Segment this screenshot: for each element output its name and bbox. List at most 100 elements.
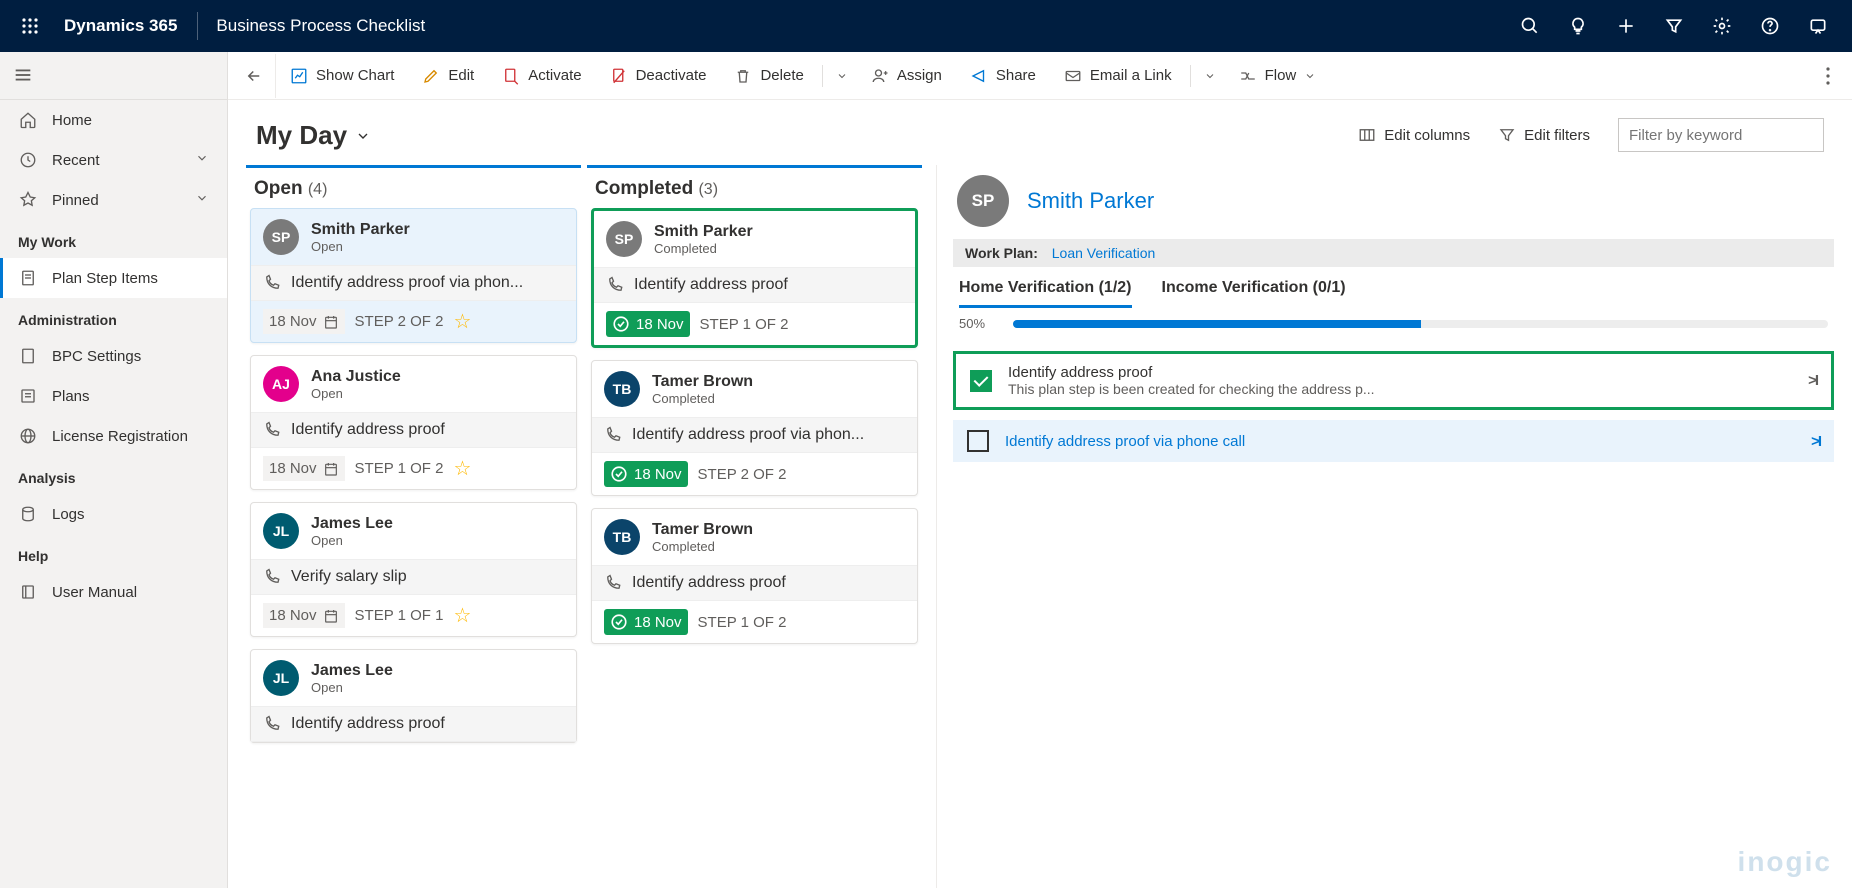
app-launcher[interactable] [10, 6, 50, 46]
cmd-email-chevron[interactable] [1195, 70, 1225, 82]
card-date: 18 Nov [634, 466, 682, 483]
nav-label: Home [52, 112, 92, 129]
detail-tab[interactable]: Income Verification (0/1) [1162, 279, 1346, 308]
date-chip: 18 Nov [263, 603, 345, 628]
kanban-card[interactable]: JL James Lee Open Identify address proof [250, 649, 577, 743]
view-selector[interactable]: My Day [256, 120, 371, 151]
detail-tab[interactable]: Home Verification (1/2) [959, 279, 1132, 308]
topbar: Dynamics 365 Business Process Checklist [0, 0, 1852, 52]
cmd-flow[interactable]: Flow [1225, 54, 1331, 98]
column-title: Completed [595, 178, 693, 199]
step-row[interactable]: Identify address proof via phone call >I [953, 420, 1834, 462]
command-bar: Show Chart Edit Activate Deactivate Dele… [228, 52, 1852, 100]
nav-label: License Registration [52, 428, 188, 445]
nav-recent[interactable]: Recent [0, 140, 227, 180]
search-icon[interactable] [1506, 2, 1554, 50]
avatar: SP [606, 221, 642, 257]
checkbox[interactable] [970, 370, 992, 392]
kanban-card[interactable]: TB Tamer Brown Completed Identify addres… [591, 360, 918, 496]
kanban-card[interactable]: SP Smith Parker Completed Identify addre… [591, 208, 918, 348]
columns-icon [1358, 126, 1376, 144]
card-status: Open [311, 239, 410, 254]
card-step: STEP 1 OF 1 [355, 607, 444, 624]
cmd-delete[interactable]: Delete [720, 54, 817, 98]
app-title: Business Process Checklist [204, 16, 437, 36]
back-button[interactable] [232, 54, 276, 98]
cmd-edit[interactable]: Edit [408, 54, 488, 98]
column-open: Open (4) SP Smith Parker Open Identify a… [246, 165, 581, 888]
edit-filters-button[interactable]: Edit filters [1498, 126, 1590, 144]
edit-columns-button[interactable]: Edit columns [1358, 126, 1470, 144]
cmd-show-chart[interactable]: Show Chart [276, 54, 408, 98]
chevron-right-icon[interactable]: >I [1811, 433, 1820, 450]
mail-icon [1064, 67, 1082, 85]
activate-icon [502, 67, 520, 85]
checkbox[interactable] [967, 430, 989, 452]
avatar: JL [263, 660, 299, 696]
star-icon[interactable]: ☆ [453, 456, 471, 481]
gear-icon[interactable] [1698, 2, 1746, 50]
kanban-card[interactable]: JL James Lee Open Verify salary slip 18 … [250, 502, 577, 637]
share-icon [970, 67, 988, 85]
nav-logs[interactable]: Logs [0, 494, 227, 534]
filter-input[interactable] [1618, 118, 1824, 152]
card-name: Tamer Brown [652, 521, 753, 539]
chevron-down-icon [195, 151, 209, 169]
nav-plans[interactable]: Plans [0, 376, 227, 416]
card-name: James Lee [311, 515, 393, 533]
card-step: STEP 1 OF 2 [700, 316, 789, 333]
nav-user-manual[interactable]: User Manual [0, 572, 227, 612]
card-step: STEP 1 OF 2 [698, 614, 787, 631]
cmd-assign[interactable]: Assign [857, 54, 956, 98]
nav-pinned[interactable]: Pinned [0, 180, 227, 220]
star-icon[interactable]: ☆ [453, 603, 471, 628]
avatar: SP [957, 175, 1009, 227]
plan-link[interactable]: Loan Verification [1052, 245, 1156, 261]
date-chip: 18 Nov [263, 456, 345, 481]
card-task: Identify address proof [594, 267, 915, 303]
cmd-more[interactable] [1808, 67, 1848, 85]
cmd-deactivate[interactable]: Deactivate [596, 54, 721, 98]
chevron-right-icon[interactable]: >I [1808, 372, 1817, 389]
column-count: (4) [308, 181, 328, 198]
nav-label: BPC Settings [52, 348, 141, 365]
card-status: Open [311, 533, 393, 548]
brand-title: Dynamics 365 [50, 16, 191, 36]
card-task: Verify salary slip [251, 559, 576, 595]
lightbulb-icon[interactable] [1554, 2, 1602, 50]
nav-label: Plan Step Items [52, 270, 158, 287]
card-task: Identify address proof [592, 565, 917, 601]
nav-label: Recent [52, 152, 100, 169]
assistant-icon[interactable] [1794, 2, 1842, 50]
star-icon[interactable]: ☆ [453, 309, 471, 334]
filter-icon [1498, 126, 1516, 144]
filter-icon[interactable] [1650, 2, 1698, 50]
nav-home[interactable]: Home [0, 100, 227, 140]
card-step: STEP 2 OF 2 [698, 466, 787, 483]
card-date: 18 Nov [634, 614, 682, 631]
nav-plan-step-items[interactable]: Plan Step Items [0, 258, 227, 298]
cmd-delete-chevron[interactable] [827, 70, 857, 82]
kanban-card[interactable]: AJ Ana Justice Open Identify address pro… [250, 355, 577, 490]
card-date: 18 Nov [269, 460, 317, 477]
cmd-email-link[interactable]: Email a Link [1050, 54, 1186, 98]
step-desc: This plan step is been created for check… [1008, 381, 1808, 397]
clock-icon [18, 150, 38, 170]
card-status: Open [311, 680, 393, 695]
kanban-card[interactable]: SP Smith Parker Open Identify address pr… [250, 208, 577, 343]
nav-bpc-settings[interactable]: BPC Settings [0, 336, 227, 376]
home-icon [18, 110, 38, 130]
nav-license[interactable]: License Registration [0, 416, 227, 456]
cmd-share[interactable]: Share [956, 54, 1050, 98]
add-icon[interactable] [1602, 2, 1650, 50]
date-chip: 18 Nov [263, 309, 345, 334]
card-name: James Lee [311, 662, 393, 680]
detail-name[interactable]: Smith Parker [1027, 188, 1154, 214]
cmd-activate[interactable]: Activate [488, 54, 595, 98]
doc-icon [18, 346, 38, 366]
kanban-card[interactable]: TB Tamer Brown Completed Identify addres… [591, 508, 918, 644]
card-date: 18 Nov [636, 316, 684, 333]
hamburger-icon[interactable] [12, 64, 36, 88]
help-icon[interactable] [1746, 2, 1794, 50]
step-row[interactable]: Identify address proof This plan step is… [953, 351, 1834, 410]
